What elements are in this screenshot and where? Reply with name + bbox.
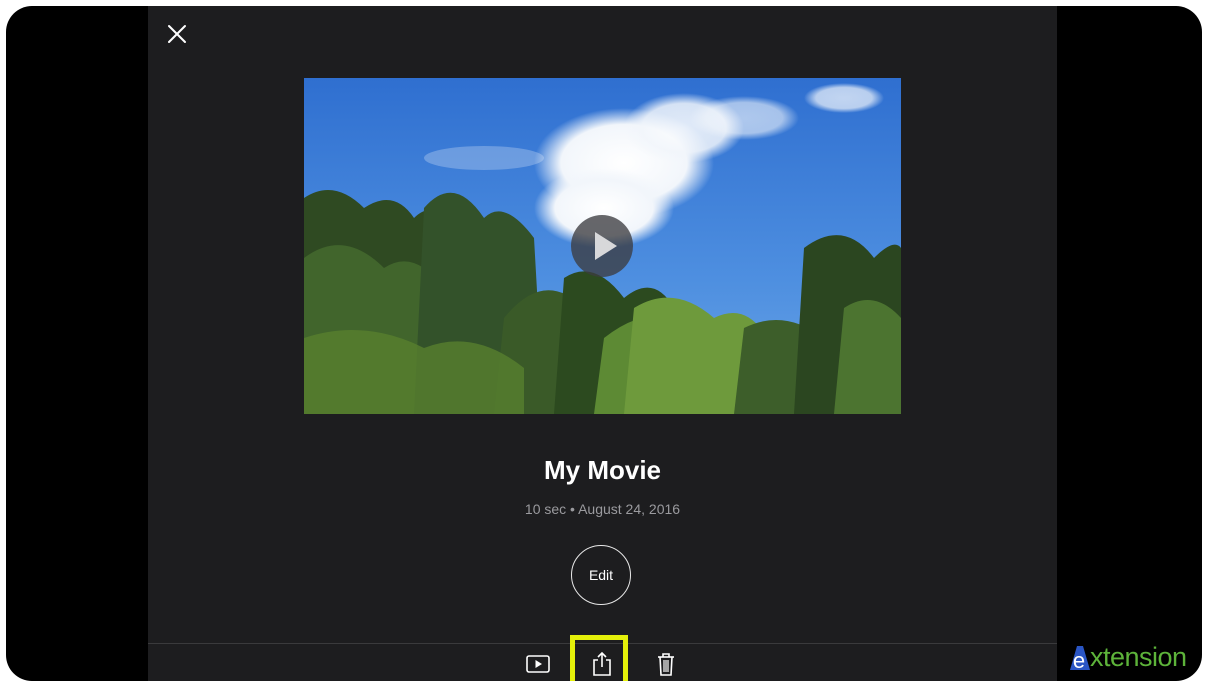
- close-icon: [168, 25, 186, 43]
- play-button[interactable]: [571, 215, 633, 277]
- play-icon: [595, 232, 617, 260]
- edit-button[interactable]: Edit: [571, 545, 631, 605]
- trash-icon: [658, 653, 674, 676]
- logo-e-mark: e: [1068, 644, 1090, 673]
- share-highlight-box: [570, 635, 628, 681]
- close-button[interactable]: [166, 23, 188, 45]
- extension-logo: e xtension: [1068, 640, 1187, 673]
- logo-a-icon: e: [1070, 646, 1090, 673]
- movie-title: My Movie: [543, 455, 662, 485]
- delete-button[interactable]: [653, 651, 679, 677]
- play-movie-button[interactable]: [525, 651, 551, 677]
- movie-thumbnail[interactable]: [304, 78, 901, 414]
- movie-detail-screen: My Movie 10 sec • August 24, 2016 Edit: [148, 6, 1057, 681]
- movie-meta: 10 sec • August 24, 2016: [524, 501, 681, 517]
- device-frame: My Movie 10 sec • August 24, 2016 Edit: [6, 6, 1202, 681]
- logo-letter: e: [1073, 648, 1085, 670]
- play-icon: [526, 655, 550, 673]
- logo-text: xtension: [1090, 642, 1187, 672]
